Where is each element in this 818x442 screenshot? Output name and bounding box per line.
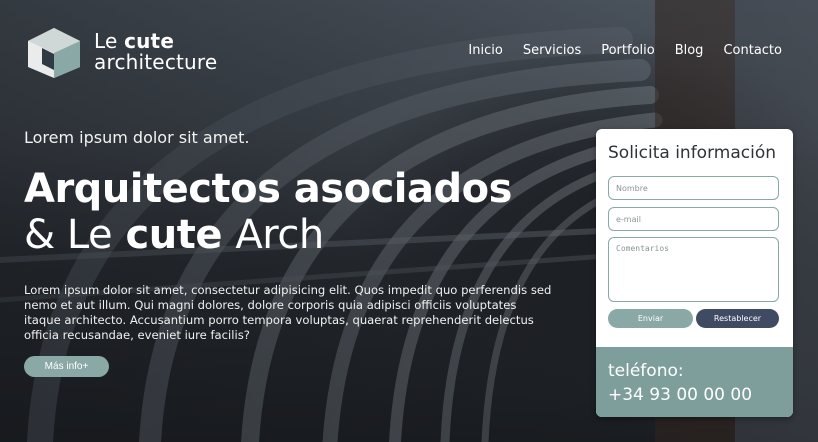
hero-lead: Lorem ipsum dolor sit amet.	[24, 128, 250, 147]
name-input[interactable]	[608, 176, 779, 200]
more-info-button[interactable]: Más info+	[24, 356, 109, 377]
logo-line1: Le cute	[94, 31, 217, 52]
cube-logo-icon	[28, 28, 80, 78]
site-logo[interactable]: Le cute architecture	[24, 26, 217, 78]
main-nav: Inicio Servicios Portfolio Blog Contacto	[468, 43, 782, 58]
phone-label: teléfono:	[608, 361, 684, 381]
phone-panel: teléfono: +34 93 00 00 00	[596, 347, 793, 417]
site-header: Le cute architecture Inicio Servicios Po…	[0, 0, 818, 100]
nav-link-contacto[interactable]: Contacto	[723, 43, 782, 58]
hero-title-line1: Arquitectos asociados	[24, 166, 512, 212]
hero-title: Arquitectos asociados & Le cute Arch	[24, 166, 512, 258]
hero-title-prefix: & Le	[24, 212, 113, 258]
comments-textarea[interactable]	[608, 237, 779, 302]
hero-title-suffix: Arch	[235, 212, 324, 258]
form-title: Solicita información	[608, 143, 776, 163]
hero-description: Lorem ipsum dolor sit amet, consectetur …	[24, 283, 552, 342]
reset-button[interactable]: Restablecer	[696, 309, 779, 328]
nav-link-inicio[interactable]: Inicio	[468, 43, 502, 58]
email-input[interactable]	[608, 207, 779, 231]
nav-link-portfolio[interactable]: Portfolio	[601, 43, 654, 58]
phone-number[interactable]: +34 93 00 00 00	[608, 385, 752, 405]
hero-title-bold: cute	[125, 212, 223, 258]
logo-line2: architecture	[94, 50, 218, 74]
send-button[interactable]: Enviar	[608, 309, 693, 328]
contact-form-card: Solicita información Enviar Restablecer …	[596, 129, 793, 417]
nav-link-blog[interactable]: Blog	[675, 43, 704, 58]
nav-link-servicios[interactable]: Servicios	[523, 43, 581, 58]
